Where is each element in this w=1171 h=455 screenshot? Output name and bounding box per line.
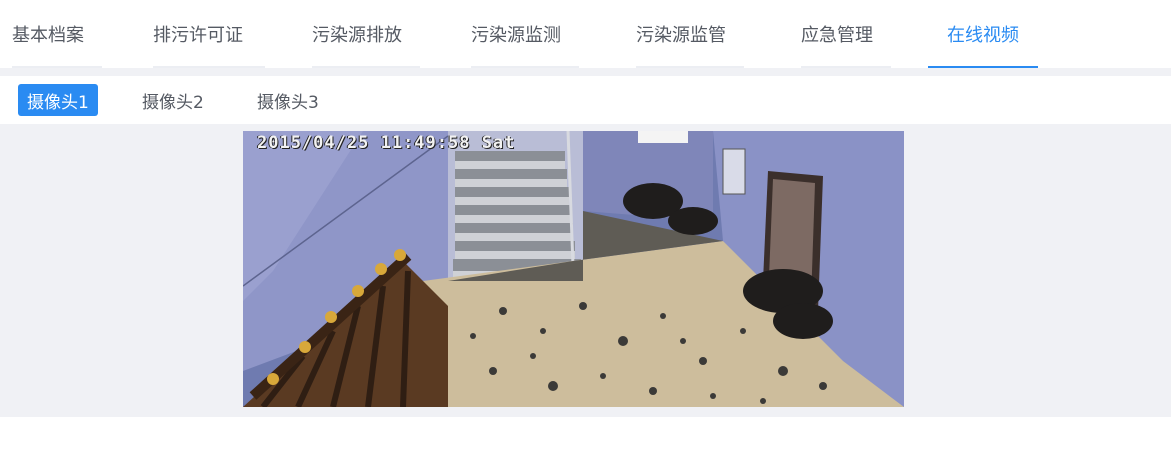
tab-label: 排污许可证 bbox=[153, 25, 243, 46]
section-divider bbox=[0, 68, 1171, 76]
tab-pollution-monitoring[interactable]: 污染源监测 bbox=[471, 0, 579, 68]
tab-online-video[interactable]: 在线视频 bbox=[928, 0, 1038, 68]
main-tab-bar: 基本档案 排污许可证 污染源排放 污染源监测 污染源监管 应急管理 在线视频 bbox=[0, 0, 1171, 68]
tab-underline bbox=[471, 66, 579, 68]
tab-underline bbox=[312, 66, 420, 68]
camera-tab-1[interactable]: 摄像头1 bbox=[18, 84, 98, 116]
tab-pollution-emission[interactable]: 污染源排放 bbox=[312, 0, 420, 68]
camera-tab-3[interactable]: 摄像头3 bbox=[248, 84, 328, 116]
camera-tab-2[interactable]: 摄像头2 bbox=[133, 84, 213, 116]
tab-underline bbox=[801, 66, 891, 68]
tab-discharge-permit[interactable]: 排污许可证 bbox=[153, 0, 265, 68]
video-frame bbox=[243, 131, 904, 407]
camera-video-feed[interactable]: 2015/04/25 11:49:58 Sat bbox=[243, 131, 904, 407]
video-timestamp-overlay: 2015/04/25 11:49:58 Sat bbox=[257, 133, 516, 153]
tab-pollution-supervision[interactable]: 污染源监管 bbox=[636, 0, 744, 68]
tab-label: 污染源排放 bbox=[312, 25, 402, 46]
tab-underline bbox=[12, 66, 102, 68]
tab-basic-archive[interactable]: 基本档案 bbox=[12, 0, 102, 68]
tab-label: 在线视频 bbox=[947, 25, 1019, 46]
tab-label: 污染源监测 bbox=[471, 25, 561, 46]
tab-emergency-management[interactable]: 应急管理 bbox=[801, 0, 891, 68]
tab-underline bbox=[153, 66, 265, 68]
camera-tab-bar: 摄像头1 摄像头2 摄像头3 bbox=[0, 76, 1171, 124]
tab-label: 应急管理 bbox=[801, 25, 873, 46]
tab-underline bbox=[636, 66, 744, 68]
tab-label: 污染源监管 bbox=[636, 25, 726, 46]
tab-underline bbox=[928, 66, 1038, 68]
tab-label: 基本档案 bbox=[12, 25, 84, 46]
video-panel: 2015/04/25 11:49:58 Sat bbox=[0, 124, 1171, 417]
